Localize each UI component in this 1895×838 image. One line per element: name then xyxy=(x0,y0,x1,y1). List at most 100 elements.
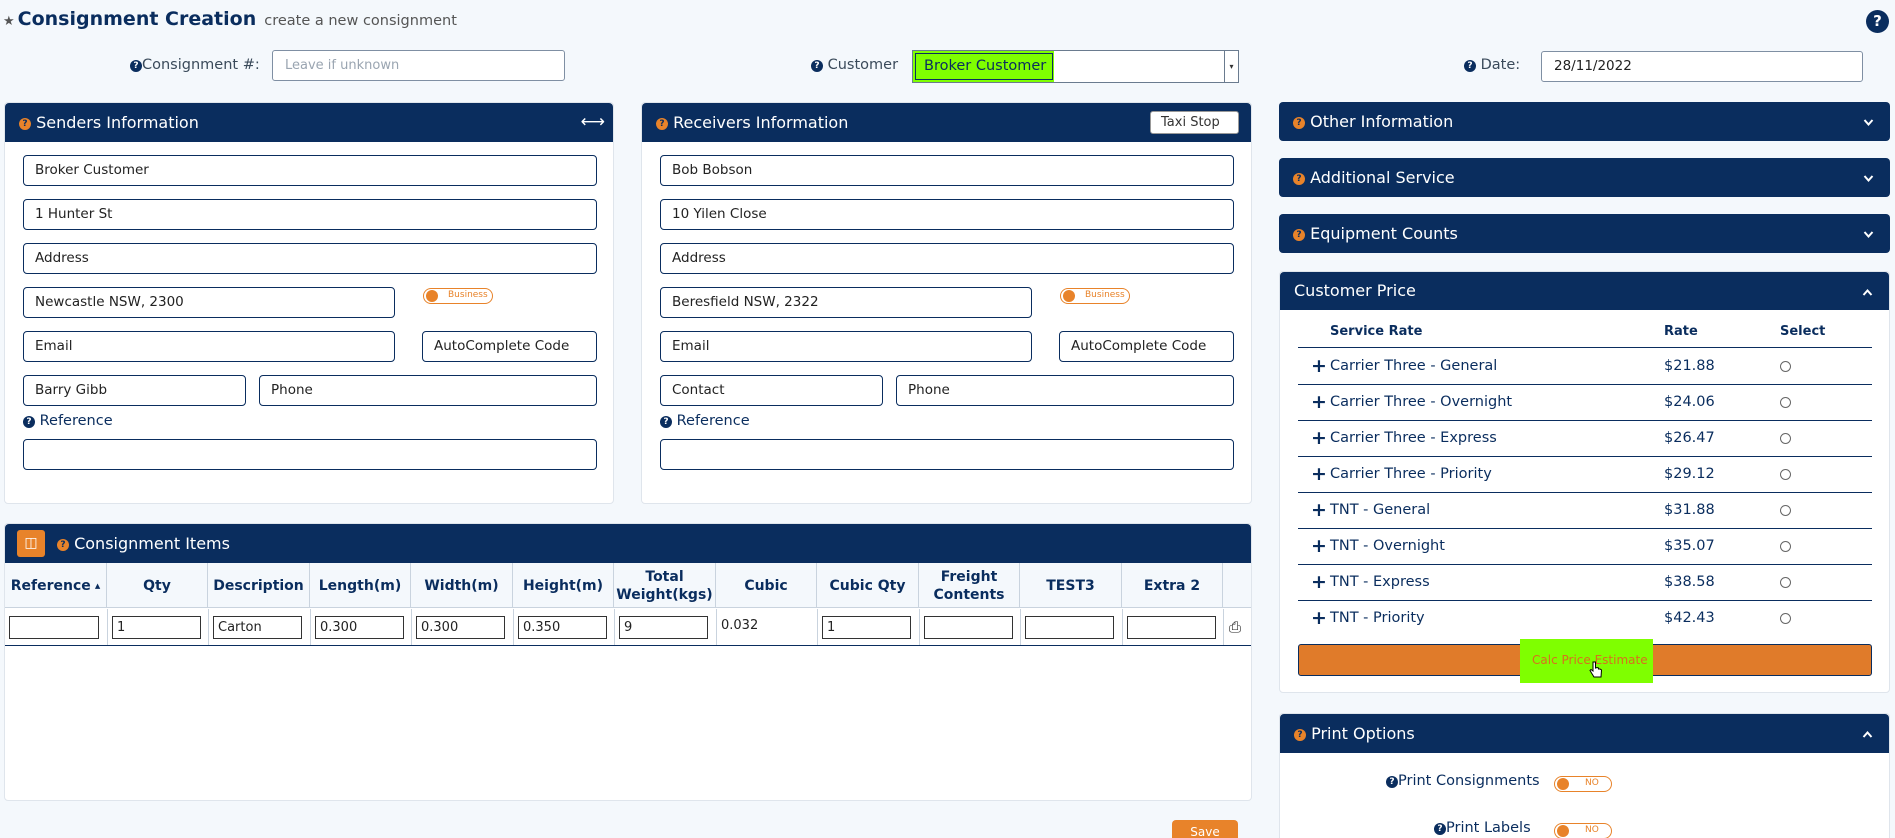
col-test3: TEST3 xyxy=(1020,563,1122,608)
select-radio[interactable] xyxy=(1780,433,1791,444)
plus-icon[interactable]: + xyxy=(1311,349,1327,384)
select-radio[interactable] xyxy=(1780,505,1791,516)
cursor-hand-icon xyxy=(1589,661,1603,678)
printer-icon[interactable]: ⎙ xyxy=(1229,618,1241,636)
receiver-phone-field[interactable]: Phone xyxy=(896,375,1234,406)
sender-phone-field[interactable]: Phone xyxy=(259,375,597,406)
date-input[interactable]: 28/11/2022 xyxy=(1541,51,1863,82)
date-label: ? Date: xyxy=(1464,57,1520,73)
row-description-input[interactable]: Carton xyxy=(213,616,302,639)
row-freight-input[interactable] xyxy=(924,616,1013,639)
row-weight-input[interactable]: 9 xyxy=(619,616,708,639)
customer-price-header[interactable]: Customer Price xyxy=(1280,272,1889,310)
rate-row[interactable]: + Carrier Three - Priority $29.12 xyxy=(1298,457,1872,493)
chevron-down-icon xyxy=(1863,231,1874,239)
help-icon[interactable]: ? xyxy=(19,118,31,130)
plus-icon[interactable]: + xyxy=(1311,493,1327,528)
row-qty-input[interactable]: 1 xyxy=(112,616,201,639)
dropdown-arrow-icon[interactable]: ▾ xyxy=(1224,51,1238,82)
calc-price-estimate-button[interactable]: Calc Price Estimate xyxy=(1298,639,1872,683)
rate-row[interactable]: + TNT - Priority $42.43 xyxy=(1298,601,1872,637)
sender-address-field[interactable]: Address xyxy=(23,243,597,274)
receiver-contact-field[interactable]: Contact xyxy=(660,375,883,406)
col-freight: Freight Contents xyxy=(919,563,1020,608)
select-radio[interactable] xyxy=(1780,577,1791,588)
plus-icon[interactable]: + xyxy=(1311,529,1327,564)
row-width-input[interactable]: 0.300 xyxy=(416,616,505,639)
col-qty: Qty xyxy=(107,563,208,608)
customer-price-panel: Customer Price Service Rate Rate Select … xyxy=(1279,271,1890,693)
col-width: Width(m) xyxy=(411,563,513,608)
row-reference-input[interactable] xyxy=(9,616,99,639)
sender-contact-field[interactable]: Barry Gibb xyxy=(23,375,246,406)
receiver-suburb-field[interactable]: Beresfield NSW, 2322 xyxy=(660,287,1032,318)
receiver-business-toggle[interactable]: Business xyxy=(1060,288,1130,304)
help-icon[interactable]: ? xyxy=(1464,60,1476,72)
help-icon[interactable]: ? xyxy=(1293,173,1305,185)
help-icon[interactable]: ? xyxy=(811,60,823,72)
help-icon[interactable]: ? xyxy=(1294,729,1306,741)
sender-email-field[interactable]: Email xyxy=(23,331,395,362)
row-length-input[interactable]: 0.300 xyxy=(315,616,404,639)
help-icon[interactable]: ? xyxy=(1386,776,1398,788)
other-information-header[interactable]: ? Other Information xyxy=(1279,102,1890,141)
print-options-header[interactable]: ? Print Options xyxy=(1280,714,1889,753)
col-length: Length(m) xyxy=(310,563,411,608)
plus-icon[interactable]: + xyxy=(1311,565,1327,600)
row-height-input[interactable]: 0.350 xyxy=(518,616,607,639)
select-radio[interactable] xyxy=(1780,613,1791,624)
chevron-up-icon xyxy=(1862,730,1873,738)
star-icon[interactable]: ★ xyxy=(3,14,15,29)
plus-icon[interactable]: + xyxy=(1311,385,1327,420)
save-button[interactable]: Save xyxy=(1172,820,1238,838)
sender-street-field[interactable]: 1 Hunter St xyxy=(23,199,597,230)
sender-business-toggle[interactable]: Business xyxy=(423,288,493,304)
receiver-reference-field[interactable] xyxy=(660,439,1234,470)
receiver-name-field[interactable]: Bob Bobson xyxy=(660,155,1234,186)
receiver-street-field[interactable]: 10 Yilen Close xyxy=(660,199,1234,230)
print-labels-toggle[interactable]: NO xyxy=(1554,823,1612,838)
rate-row[interactable]: + TNT - General $31.88 xyxy=(1298,493,1872,529)
rate-row[interactable]: + Carrier Three - Express $26.47 xyxy=(1298,421,1872,457)
plus-icon[interactable]: + xyxy=(1311,457,1327,492)
help-icon[interactable]: ? xyxy=(23,416,35,428)
receiver-email-field[interactable]: Email xyxy=(660,331,1032,362)
help-icon[interactable]: ? xyxy=(656,118,668,130)
rate-row[interactable]: + TNT - Express $38.58 xyxy=(1298,565,1872,601)
row-cubic-qty-input[interactable]: 1 xyxy=(822,616,911,639)
rate-row[interactable]: + TNT - Overnight $35.07 xyxy=(1298,529,1872,565)
customer-select[interactable]: Broker Customer ▾ xyxy=(912,50,1239,83)
panel-toggle-icon[interactable]: ◫ xyxy=(17,530,45,557)
plus-icon[interactable]: + xyxy=(1311,601,1327,636)
resize-arrows-icon[interactable]: ⟷ xyxy=(581,103,605,142)
select-radio[interactable] xyxy=(1780,361,1791,372)
row-extra2-input[interactable] xyxy=(1127,616,1216,639)
receiver-autocomplete-field[interactable]: AutoComplete Code xyxy=(1059,331,1234,362)
help-icon[interactable]: ? xyxy=(1293,117,1305,129)
rate-row[interactable]: + Carrier Three - Overnight $24.06 xyxy=(1298,385,1872,421)
select-radio[interactable] xyxy=(1780,397,1791,408)
select-radio[interactable] xyxy=(1780,541,1791,552)
help-icon[interactable]: ? xyxy=(1293,229,1305,241)
sender-suburb-field[interactable]: Newcastle NSW, 2300 xyxy=(23,287,395,318)
consignment-number-input[interactable]: Leave if unknown xyxy=(272,50,565,81)
col-reference[interactable]: Reference ▲ xyxy=(5,563,107,608)
additional-service-header[interactable]: ? Additional Service xyxy=(1279,158,1890,197)
receiver-address-field[interactable]: Address xyxy=(660,243,1234,274)
print-consignments-toggle[interactable]: NO xyxy=(1554,776,1612,792)
rate-row[interactable]: + Carrier Three - General $21.88 xyxy=(1298,349,1872,385)
equipment-counts-header[interactable]: ? Equipment Counts xyxy=(1279,214,1890,253)
page-title: Consignment Creation xyxy=(17,8,257,30)
plus-icon[interactable]: + xyxy=(1311,421,1327,456)
sender-name-field[interactable]: Broker Customer xyxy=(23,155,597,186)
select-radio[interactable] xyxy=(1780,469,1791,480)
help-icon[interactable]: ? xyxy=(1434,823,1446,835)
sender-reference-field[interactable] xyxy=(23,439,597,470)
row-test3-input[interactable] xyxy=(1025,616,1114,639)
help-icon[interactable]: ? xyxy=(57,539,69,551)
sender-autocomplete-field[interactable]: AutoComplete Code xyxy=(422,331,597,362)
help-icon[interactable]: ? xyxy=(660,416,672,428)
taxi-stop-button[interactable]: Taxi Stop xyxy=(1150,111,1239,134)
help-icon[interactable]: ? xyxy=(130,60,142,72)
help-icon[interactable]: ? xyxy=(1866,10,1889,33)
